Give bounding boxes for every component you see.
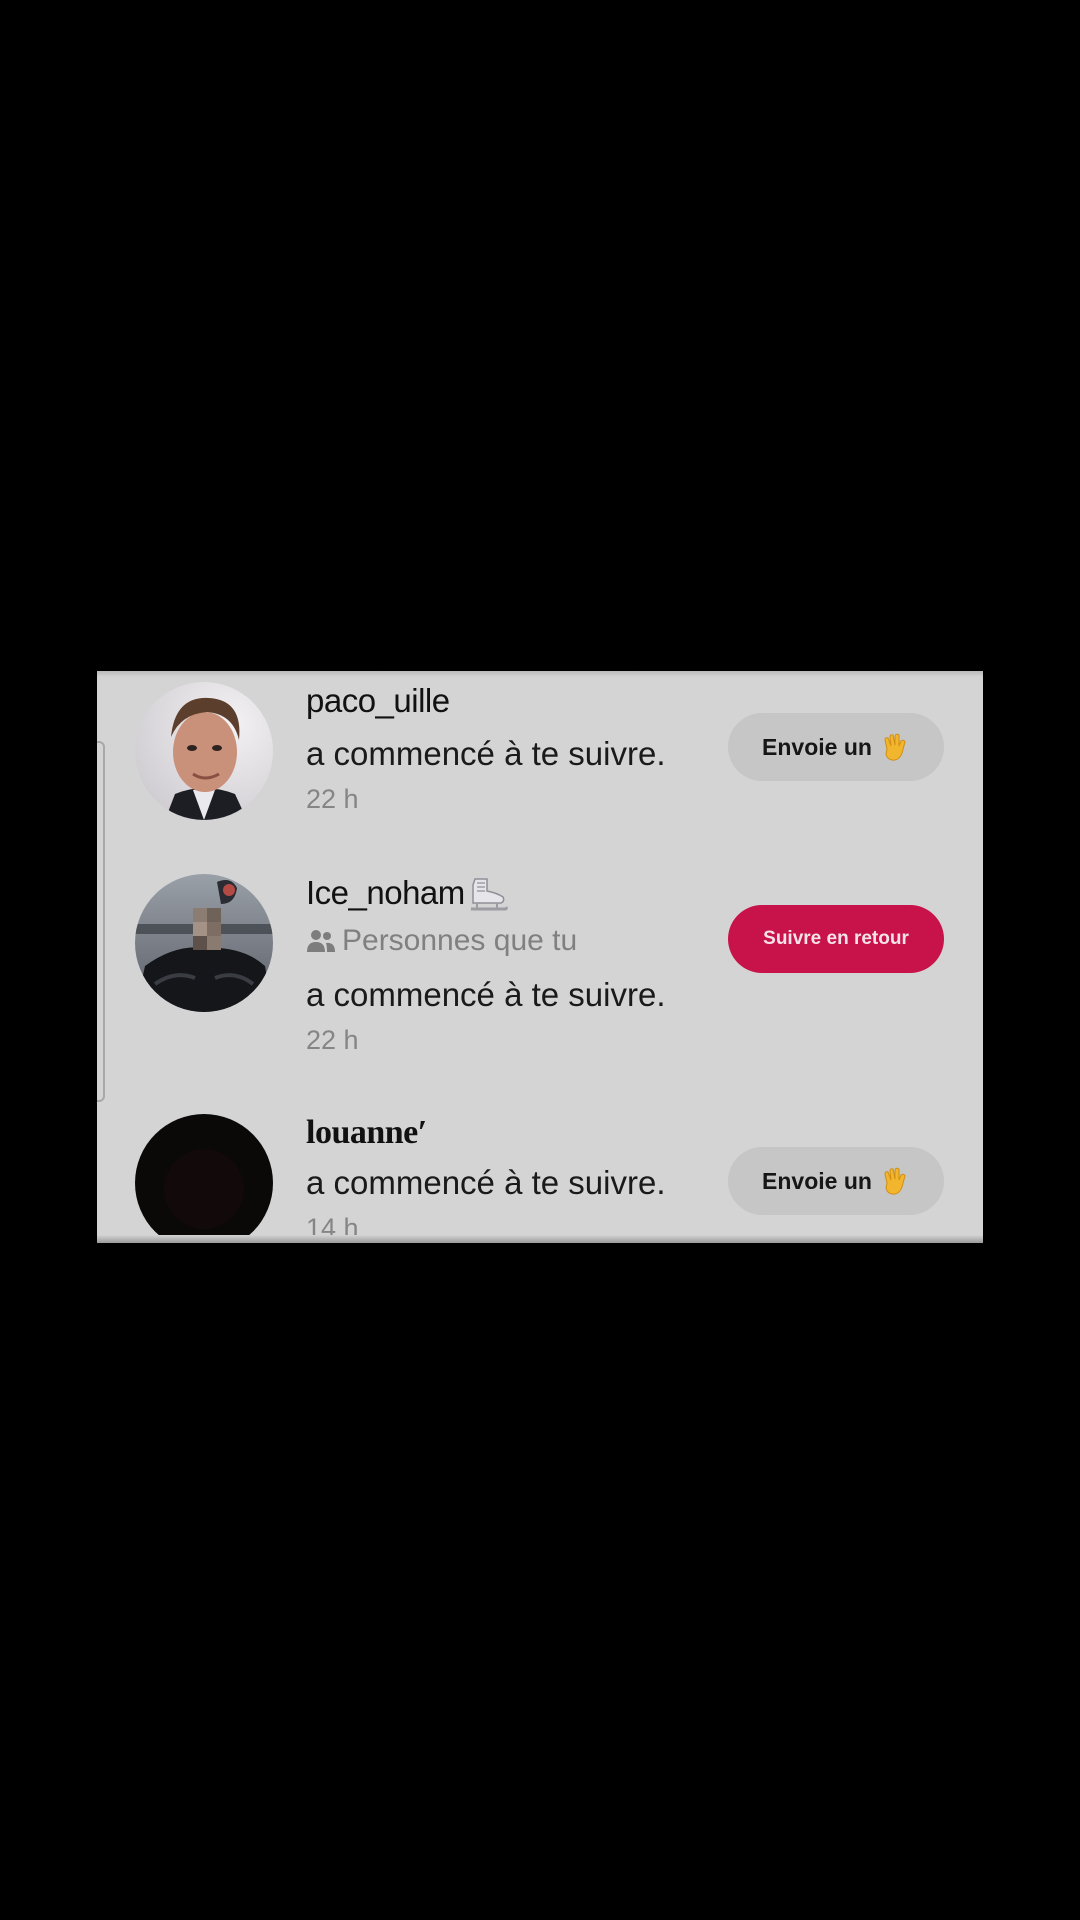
people-icon: [306, 928, 336, 954]
notification-row[interactable]: paco_uille a commencé à te suivre. 22 h …: [97, 671, 983, 861]
notification-row[interactable]: Ice_noham Personnes que tu a commencé à …: [97, 861, 983, 1101]
username[interactable]: louanne′: [306, 1114, 427, 1152]
waving-hand-icon: [878, 1165, 910, 1197]
wave-button-label: Envoie un: [762, 733, 872, 760]
username[interactable]: Ice_noham: [306, 874, 509, 915]
notification-row[interactable]: louanne′ a commencé à te suivre. 14 h En…: [97, 1101, 983, 1243]
timestamp: 22 h: [306, 784, 359, 814]
follow-back-button[interactable]: Suivre en retour: [728, 905, 944, 973]
action-text: a commencé à te suivre.: [306, 735, 666, 772]
notifications-panel: paco_uille a commencé à te suivre. 22 h …: [97, 671, 983, 1243]
screen: paco_uille a commencé à te suivre. 22 h …: [0, 0, 1080, 1920]
ice-skate-icon: [467, 875, 509, 915]
avatar-photo: [135, 1114, 273, 1243]
wave-button-label: Envoie un: [762, 1167, 872, 1194]
waving-hand-icon: [878, 731, 910, 763]
username[interactable]: paco_uille: [306, 682, 450, 720]
avatar[interactable]: [135, 874, 273, 1012]
wave-button[interactable]: Envoie un: [728, 713, 944, 781]
wave-button[interactable]: Envoie un: [728, 1147, 944, 1215]
avatar[interactable]: [135, 682, 273, 820]
panel-bottom-shade: [97, 1235, 983, 1243]
avatar-photo: [135, 874, 273, 1012]
username-text: Ice_noham: [306, 874, 465, 911]
avatar[interactable]: [135, 1114, 273, 1243]
mutual-followers: Personnes que tu: [306, 924, 577, 958]
action-text: a commencé à te suivre.: [306, 1164, 666, 1201]
mutual-label: Personnes que tu: [342, 924, 578, 957]
timestamp: 22 h: [306, 1025, 359, 1055]
avatar-photo: [135, 682, 273, 820]
action-text: a commencé à te suivre.: [306, 976, 666, 1013]
